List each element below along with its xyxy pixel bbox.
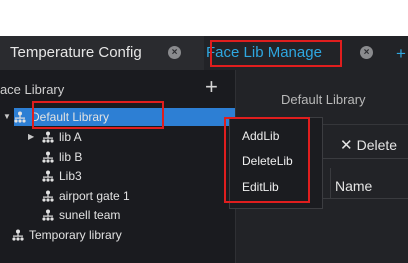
tab-label: Temperature Config — [10, 44, 142, 61]
highlight-box — [32, 101, 164, 129]
library-tree-icon — [42, 209, 54, 221]
chevron-right-icon[interactable]: ▶ — [28, 132, 34, 141]
tree-item-label: lib B — [59, 150, 83, 164]
add-tab-icon[interactable]: + — [396, 44, 406, 64]
close-icon: ✕ — [340, 137, 353, 154]
delete-button[interactable]: ✕ Delete — [340, 136, 397, 154]
delete-label: Delete — [356, 137, 398, 153]
tree-item-label: Lib3 — [59, 169, 82, 183]
close-icon[interactable]: × — [168, 46, 181, 59]
tree-item-temporary-library[interactable]: Temporary library — [12, 226, 122, 244]
tab-bar: Temperature Config × Face Lib Manage × + — [0, 36, 408, 70]
highlight-box — [224, 117, 310, 203]
divider — [330, 168, 331, 198]
top-strip — [0, 0, 408, 36]
column-header-name[interactable]: Name — [335, 178, 372, 194]
tree-item-label: sunell team — [59, 208, 121, 222]
tree-item-label: Temporary library — [29, 228, 122, 242]
tree-item-label: airport gate 1 — [59, 189, 130, 203]
tree-item-lib3[interactable]: Lib3 — [42, 167, 82, 185]
plus-icon[interactable]: + — [205, 76, 218, 98]
tree-item-airport-gate-1[interactable]: airport gate 1 — [42, 187, 130, 205]
library-detail-title: Default Library — [281, 92, 366, 107]
tree-item-sunell-team[interactable]: sunell team — [42, 206, 120, 224]
library-tree-icon — [42, 151, 54, 163]
tree-item-lib-b[interactable]: lib B — [42, 148, 82, 166]
panel-title: Face Library — [0, 82, 65, 97]
tree-item-label: lib A — [59, 130, 82, 144]
library-tree-icon — [12, 229, 24, 241]
library-tree-icon — [14, 111, 26, 123]
highlight-box — [210, 40, 342, 67]
library-tree-icon — [42, 131, 54, 143]
face-library-panel: Face Library + ▼ Default Library ▶ lib A… — [0, 70, 235, 263]
library-tree-icon — [42, 170, 54, 182]
tree-item-lib-a[interactable]: ▶ lib A — [28, 128, 82, 146]
app-window: Temperature Config × Face Lib Manage × +… — [0, 0, 408, 263]
library-tree-icon — [42, 190, 54, 202]
chevron-down-icon[interactable]: ▼ — [3, 112, 11, 121]
tab-temperature-config[interactable]: Temperature Config × — [0, 36, 204, 70]
close-icon[interactable]: × — [360, 46, 373, 59]
